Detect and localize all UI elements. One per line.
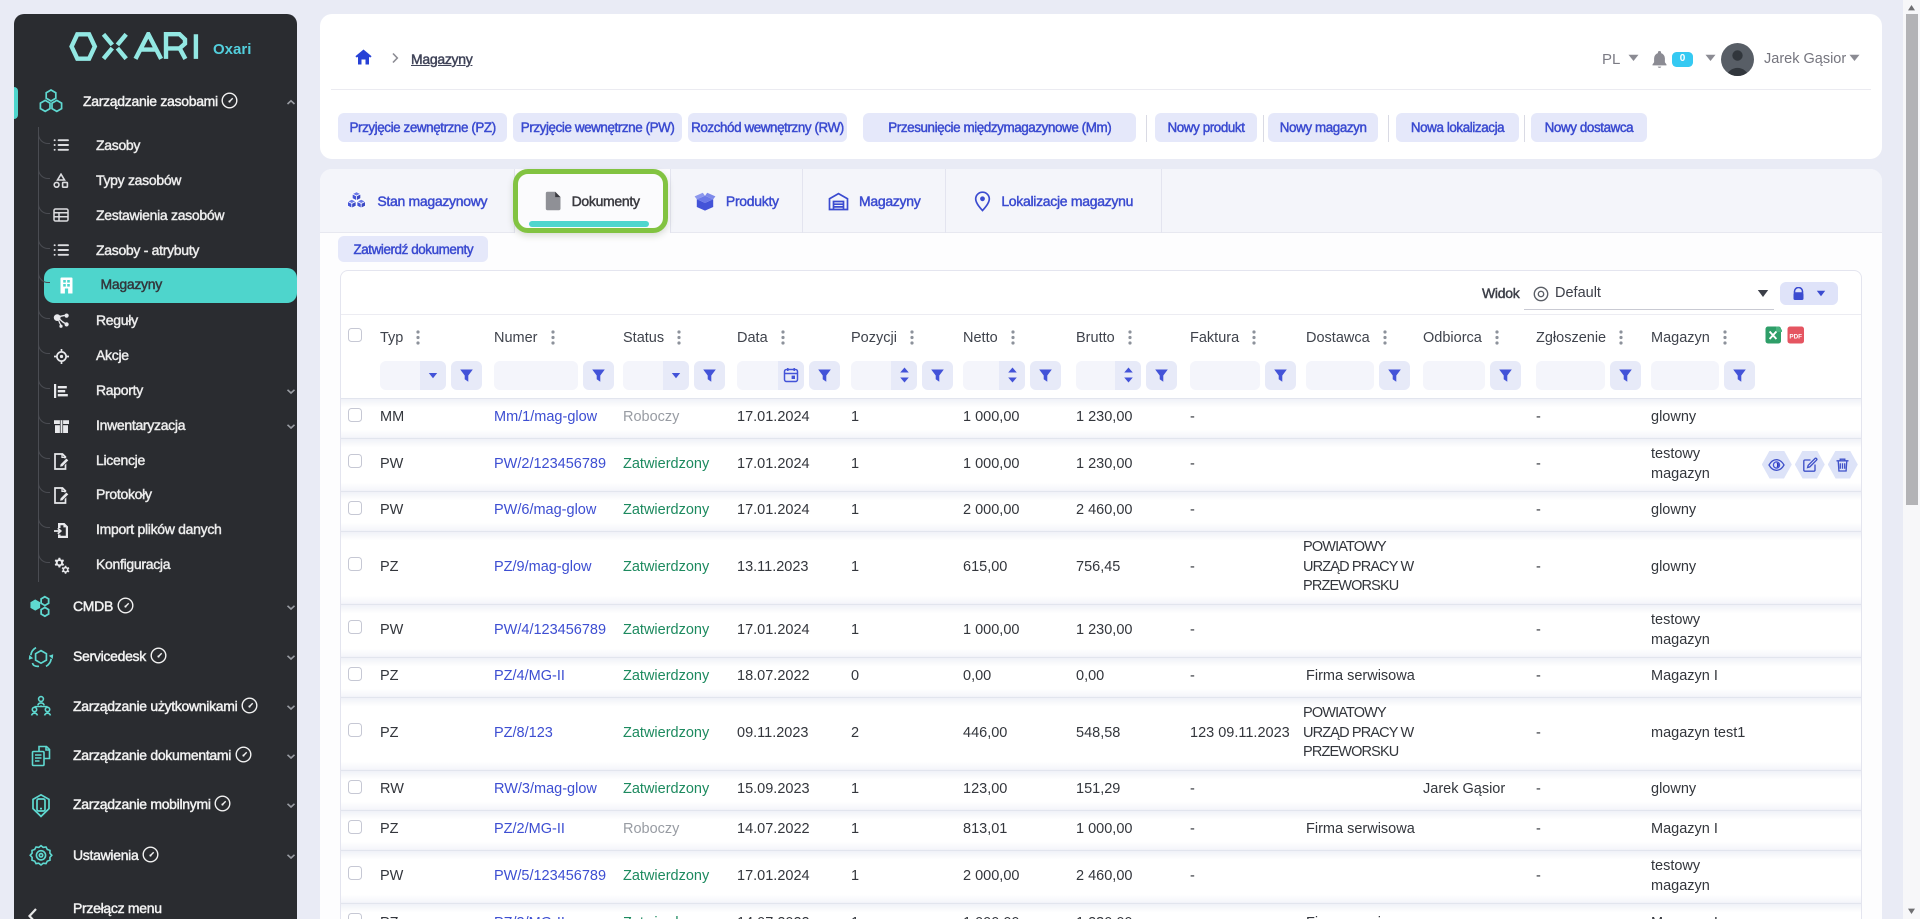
svg-text:PDF: PDF: [1789, 334, 1802, 341]
